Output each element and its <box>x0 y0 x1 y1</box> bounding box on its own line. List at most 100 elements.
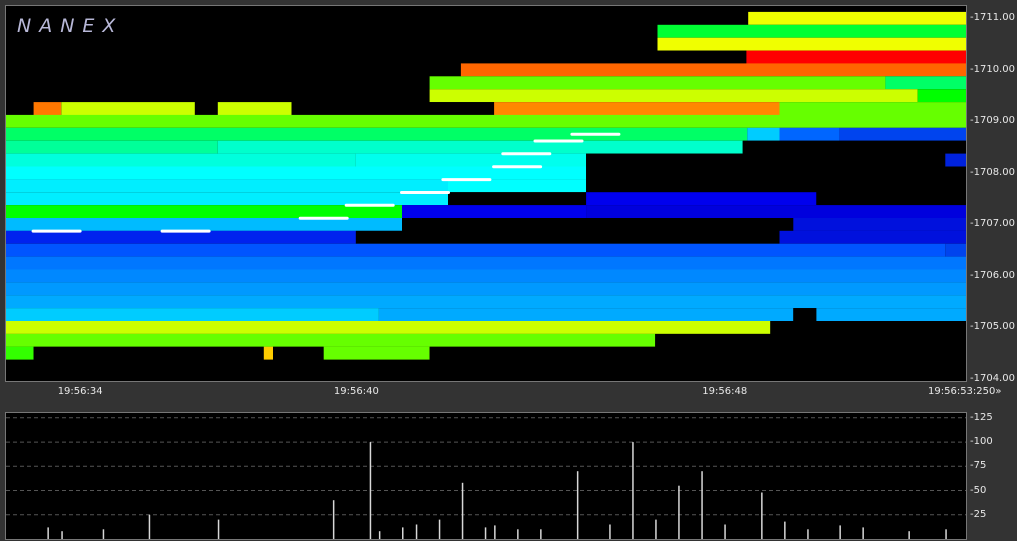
heatmap-cell <box>917 89 966 103</box>
brand-logo: NANEX <box>17 15 124 37</box>
heatmap-cell <box>429 89 918 103</box>
heatmap-cell <box>6 282 966 296</box>
trade-print-mark <box>344 203 395 207</box>
heatmap-cell <box>655 333 966 347</box>
heatmap-cell <box>657 50 747 64</box>
heatmap-cell <box>6 230 356 244</box>
price-tick-label: -1707.00 <box>970 218 1015 230</box>
heatmap-cell <box>6 269 966 283</box>
heatmap-cell <box>6 243 946 257</box>
price-tick-label: -1710.00 <box>970 63 1015 75</box>
volume-bar <box>378 531 381 539</box>
volume-bar <box>47 527 49 539</box>
trade-print-mark <box>298 216 349 220</box>
volume-tick-label: -25 <box>970 508 987 520</box>
heatmap-cell <box>945 243 966 257</box>
heatmap-cell <box>657 24 966 38</box>
heatmap-cell <box>217 102 292 115</box>
heatmap-cell <box>586 179 966 193</box>
volume-bar <box>701 471 703 539</box>
volume-bar <box>609 524 611 539</box>
trade-print-mark <box>533 139 584 143</box>
volume-bar <box>839 525 841 539</box>
heatmap-cell <box>586 153 946 167</box>
price-tick-label: -1711.00 <box>970 12 1015 24</box>
heatmap-cell <box>6 308 379 321</box>
price-tick-label: -1704.00 <box>970 372 1015 384</box>
heatmap-cell <box>779 127 840 141</box>
price-tick-label: -1706.00 <box>970 269 1015 281</box>
time-tick-label: 19:56:40 <box>333 386 379 397</box>
heatmap-cell <box>6 140 218 154</box>
heatmap-cell <box>746 50 966 64</box>
trade-print-mark <box>31 229 82 233</box>
volume-bar <box>369 442 372 539</box>
price-tick-label: -1708.00 <box>970 166 1015 178</box>
volume-bar <box>724 524 726 539</box>
heatmap-cell <box>586 205 966 218</box>
volume-tick-label: -75 <box>970 460 987 472</box>
heatmap-cell <box>402 218 794 231</box>
heatmap-cell <box>6 153 356 167</box>
heatmap-cell <box>355 230 780 244</box>
volume-bar <box>784 521 786 539</box>
heatmap-cell <box>885 76 966 90</box>
volume-bar <box>655 519 657 539</box>
heatmap-cell <box>747 127 780 141</box>
heatmap-cell <box>355 153 587 167</box>
heatmap-cell <box>816 192 966 206</box>
volume-chart <box>6 417 966 539</box>
volume-bar <box>61 531 63 539</box>
heatmap-cell <box>33 102 62 115</box>
time-tick-label: 19:56:34 <box>57 386 103 397</box>
price-heatmap-chart <box>6 11 966 360</box>
heatmap-cell <box>6 218 402 231</box>
heatmap-cell <box>402 205 587 218</box>
heatmap-cell <box>586 192 817 206</box>
volume-bar <box>632 442 634 539</box>
heatmap-cell <box>6 256 966 270</box>
volume-bar <box>332 500 335 539</box>
volume-bar <box>908 531 910 539</box>
heatmap-cell <box>494 102 780 115</box>
price-heatmap-panel: NANEX <box>5 5 967 382</box>
heatmap-cell <box>779 102 966 115</box>
volume-panel <box>5 412 967 540</box>
heatmap-cell <box>6 346 34 360</box>
heatmap-cell <box>742 140 966 154</box>
heatmap-cell <box>945 153 966 167</box>
heatmap-cell <box>793 308 817 321</box>
trade-print-mark <box>441 178 492 182</box>
price-tick-label: -1709.00 <box>970 115 1015 127</box>
heatmap-cell <box>6 321 771 334</box>
heatmap-cell <box>6 333 656 347</box>
volume-bar <box>945 529 947 539</box>
volume-bar <box>494 525 496 539</box>
time-tick-label: 19:56:48 <box>702 386 748 397</box>
volume-bar <box>102 529 105 539</box>
trade-print-mark <box>492 165 543 169</box>
volume-bar <box>807 529 809 539</box>
heatmap-cell <box>779 230 966 244</box>
volume-bar <box>678 485 680 539</box>
heatmap-cell <box>273 346 324 360</box>
volume-tick-label: -100 <box>970 436 993 448</box>
volume-bar <box>517 529 519 539</box>
heatmap-cell <box>323 346 430 360</box>
volume-bar <box>461 482 464 539</box>
heatmap-cell <box>6 192 448 206</box>
trade-print-mark <box>400 191 450 194</box>
heatmap-cell <box>839 127 966 141</box>
volume-bar <box>484 527 487 539</box>
heatmap-cell <box>586 166 966 180</box>
heatmap-cell <box>448 179 587 193</box>
heatmap-cell <box>6 114 966 128</box>
heatmap-cell <box>6 127 748 141</box>
heatmap-cell <box>6 205 402 218</box>
heatmap-cell <box>770 321 966 334</box>
heatmap-cell <box>429 76 886 90</box>
heatmap-cell <box>6 179 448 193</box>
trade-print-mark <box>501 152 552 156</box>
heatmap-cell <box>429 346 966 360</box>
volume-bar <box>217 519 220 539</box>
